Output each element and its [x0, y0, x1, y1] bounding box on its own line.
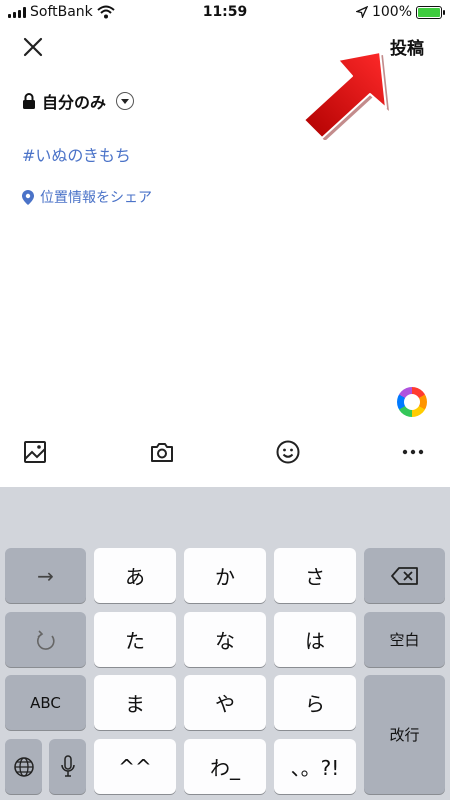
lock-icon: [23, 93, 35, 109]
signal-icon: [8, 6, 26, 18]
location-label: 位置情報をシェア: [40, 190, 152, 206]
privacy-label: 自分のみ: [42, 93, 107, 112]
key-punctuation[interactable]: 、。?!: [274, 739, 356, 794]
globe-icon: [13, 756, 34, 777]
key-wa[interactable]: わ_: [184, 739, 266, 794]
key-ha[interactable]: は: [274, 612, 356, 667]
abc-key[interactable]: ABC: [5, 675, 86, 730]
key-ta[interactable]: た: [94, 612, 176, 667]
key-a[interactable]: あ: [94, 548, 176, 603]
status-bar: SoftBank 11:59 100%: [0, 0, 450, 26]
key-ma[interactable]: ま: [94, 675, 176, 730]
color-wheel-icon[interactable]: [397, 387, 427, 417]
backspace-key[interactable]: [364, 548, 445, 603]
status-left: SoftBank: [8, 4, 115, 20]
battery-icon: [416, 5, 445, 19]
hashtag-text[interactable]: #いぬのきもち: [22, 142, 131, 166]
key-ka[interactable]: か: [184, 548, 266, 603]
key-ya[interactable]: や: [184, 675, 266, 730]
globe-key[interactable]: [5, 739, 42, 794]
camera-icon[interactable]: [150, 440, 174, 464]
key-arrow[interactable]: →: [5, 548, 86, 603]
undo-icon: [36, 629, 55, 650]
microphone-icon: [60, 754, 75, 777]
space-key[interactable]: 空白: [364, 612, 445, 667]
undo-key[interactable]: [5, 612, 86, 667]
keyboard: → あ か さ た な は 空白 ABC ま や ら 改行 ^^ わ_ 、。?!: [0, 487, 450, 800]
more-icon[interactable]: [401, 440, 425, 464]
share-location-button[interactable]: 位置情報をシェア: [22, 187, 152, 207]
chevron-down-icon[interactable]: [116, 92, 135, 110]
status-right: 100%: [355, 4, 445, 20]
key-sa[interactable]: さ: [274, 548, 356, 603]
mic-key[interactable]: [49, 739, 86, 794]
red-arrow-annotation: [303, 51, 389, 140]
carrier-name: SoftBank: [30, 4, 93, 20]
emoji-icon[interactable]: [276, 440, 300, 464]
close-icon[interactable]: [22, 36, 44, 58]
backspace-icon: [390, 566, 418, 585]
wifi-icon: [97, 5, 115, 19]
battery-percent: 100%: [371, 4, 412, 20]
return-key[interactable]: 改行: [364, 675, 445, 794]
privacy-selector[interactable]: 自分のみ: [22, 89, 135, 113]
location-arrow-icon: [355, 6, 368, 18]
key-na[interactable]: な: [184, 612, 266, 667]
key-ra[interactable]: ら: [274, 675, 356, 730]
location-pin-icon: [22, 189, 34, 205]
key-kaomoji[interactable]: ^^: [94, 739, 176, 794]
image-icon[interactable]: [23, 440, 47, 464]
